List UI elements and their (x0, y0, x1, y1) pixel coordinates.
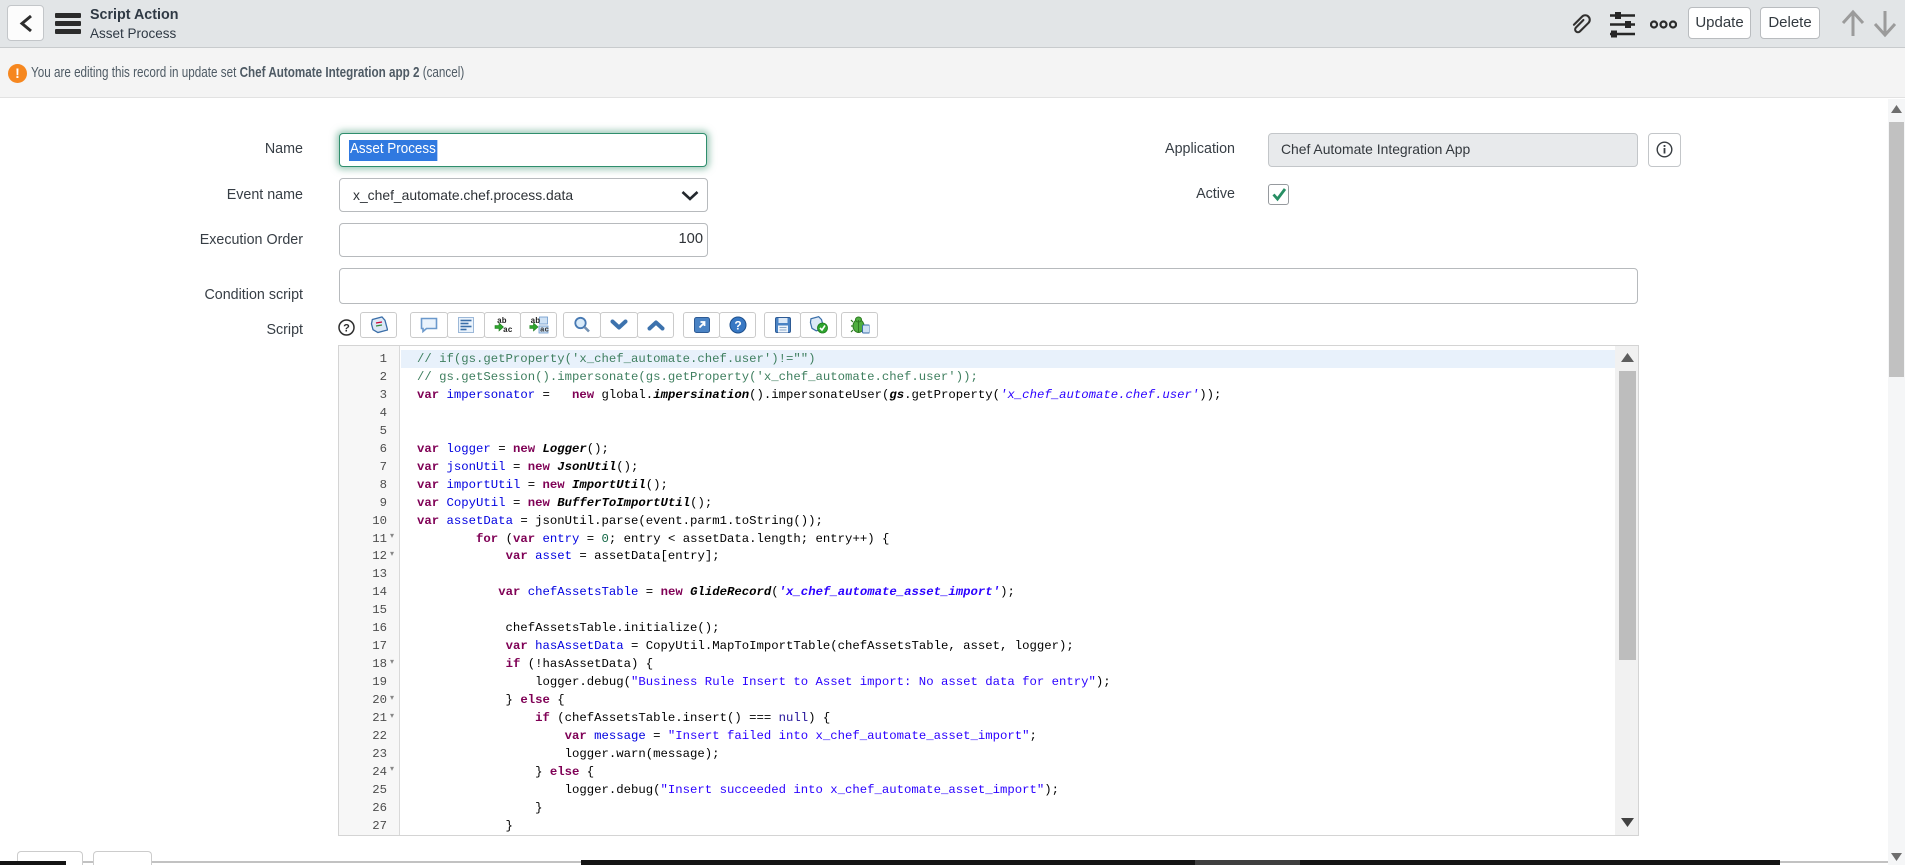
svg-text:ac: ac (540, 327, 549, 335)
svg-text:ab: ab (497, 317, 507, 326)
svg-text:?: ? (343, 323, 350, 335)
svg-text:?: ? (734, 319, 741, 333)
svg-text:ac: ac (503, 326, 512, 334)
